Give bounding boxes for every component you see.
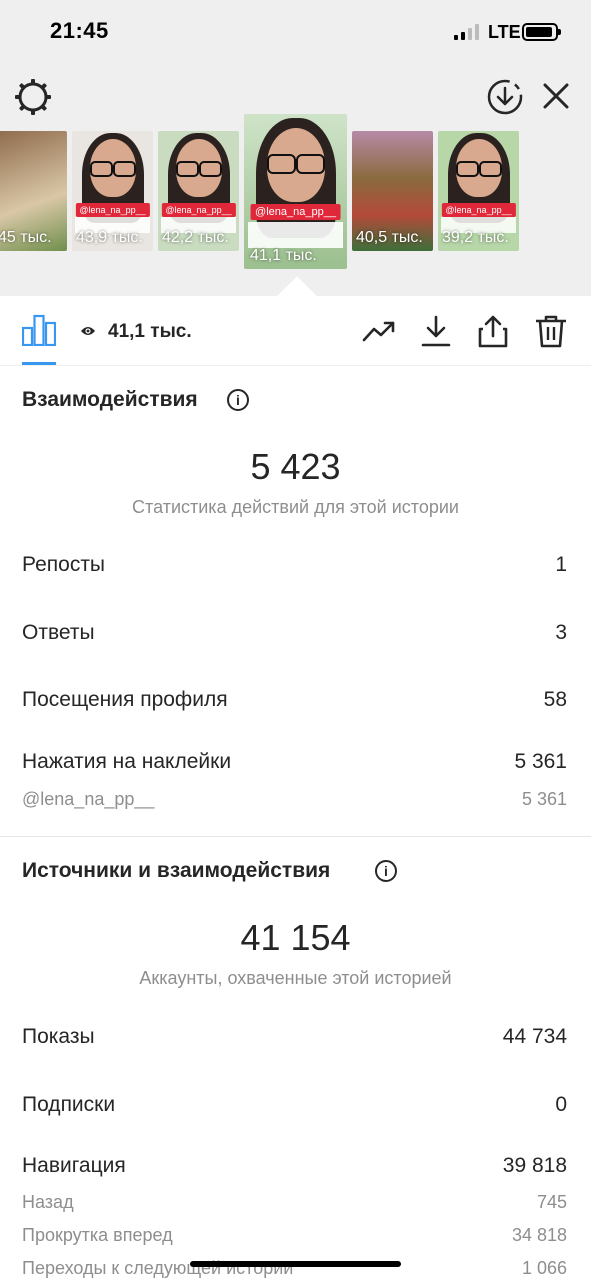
delete-trash-icon[interactable] xyxy=(534,314,568,348)
story-thumbnail[interactable]: @lena_na_pp__ 39,2 тыс. xyxy=(438,131,519,251)
settings-gear-icon[interactable] xyxy=(14,78,52,116)
close-icon[interactable] xyxy=(540,80,572,112)
home-indicator[interactable] xyxy=(190,1261,401,1267)
reposts-label: Репосты xyxy=(22,553,106,576)
interactions-total: 5 423 xyxy=(250,446,341,487)
sources-total: 41 154 xyxy=(240,917,351,958)
story-thumbnail[interactable]: @lena_na_pp__ 42,2 тыс. xyxy=(158,131,239,251)
impressions-label: Показы xyxy=(22,1025,95,1048)
signal-icon xyxy=(454,24,482,40)
thumbnail-views: 41,1 тыс. xyxy=(250,247,317,264)
sources-subtitle: Аккаунты, охваченные этой историей xyxy=(139,968,452,988)
info-icon[interactable]: i xyxy=(227,389,249,411)
promote-trend-icon[interactable] xyxy=(362,314,396,348)
next-story-value: 1 066 xyxy=(521,1258,567,1278)
navigation-value: 39 818 xyxy=(502,1154,567,1177)
views-count: 41,1 тыс. xyxy=(108,321,192,342)
eye-icon xyxy=(81,327,95,335)
battery-icon xyxy=(522,23,561,41)
status-time: 21:45 xyxy=(50,18,109,43)
follows-value: 0 xyxy=(555,1093,567,1116)
replies-label: Ответы xyxy=(22,621,95,644)
interactions-title: Взаимодействия xyxy=(22,388,198,411)
active-tab-indicator xyxy=(22,362,56,365)
thumbnail-views: 40,5 тыс. xyxy=(356,229,423,246)
impressions-value: 44 734 xyxy=(502,1025,567,1048)
back-label: Назад xyxy=(22,1192,74,1212)
thumbnail-tag: @lena_na_pp__ xyxy=(250,204,341,220)
sticker-mention-value: 5 361 xyxy=(521,789,567,809)
thumbnail-tag: @lena_na_pp__ xyxy=(75,203,150,217)
thumbnail-views: 45 тыс. xyxy=(0,229,52,246)
save-story-icon[interactable] xyxy=(486,78,524,116)
thumbnail-tag: @lena_na_pp__ xyxy=(161,203,236,217)
follows-label: Подписки xyxy=(22,1093,116,1116)
navigation-label: Навигация xyxy=(22,1154,126,1177)
thumbnail-tag: @lena_na_pp__ xyxy=(441,203,516,217)
insights-bars-icon[interactable] xyxy=(22,314,56,346)
reposts-value: 1 xyxy=(555,553,567,576)
download-icon[interactable] xyxy=(419,314,453,348)
info-icon[interactable]: i xyxy=(375,860,397,882)
back-value: 745 xyxy=(536,1192,567,1212)
profile-visits-label: Посещения профиля xyxy=(22,688,228,711)
thumbnail-views: 39,2 тыс. xyxy=(442,229,509,246)
story-thumbnail[interactable]: 45 тыс. xyxy=(0,131,67,251)
replies-value: 3 xyxy=(555,621,567,644)
status-bar: 21:45 LTE xyxy=(0,0,591,64)
network-label: LTE xyxy=(488,22,521,42)
story-thumbnail-selected[interactable]: @lena_na_pp__ 41,1 тыс. xyxy=(244,114,347,269)
insights-toolbar: 41,1 тыс. xyxy=(0,296,591,366)
sticker-mention-label: @lena_na_pp__ xyxy=(22,789,155,809)
thumbnail-views: 42,2 тыс. xyxy=(162,229,229,246)
profile-visits-value: 58 xyxy=(543,688,567,711)
forward-value: 34 818 xyxy=(511,1225,567,1245)
sources-title: Источники и взаимодействия xyxy=(22,859,331,882)
sticker-taps-value: 5 361 xyxy=(514,750,567,773)
thumbnail-views: 43,9 тыс. xyxy=(76,229,143,246)
forward-label: Прокрутка вперед xyxy=(22,1225,173,1245)
sticker-taps-label: Нажатия на наклейки xyxy=(22,750,232,773)
interactions-subtitle: Статистика действий для этой истории xyxy=(132,497,459,517)
share-icon[interactable] xyxy=(476,314,510,348)
story-thumbnail[interactable]: @lena_na_pp__ 43,9 тыс. xyxy=(72,131,153,251)
story-thumbnail[interactable]: 40,5 тыс. xyxy=(352,131,433,251)
section-divider xyxy=(0,836,591,837)
